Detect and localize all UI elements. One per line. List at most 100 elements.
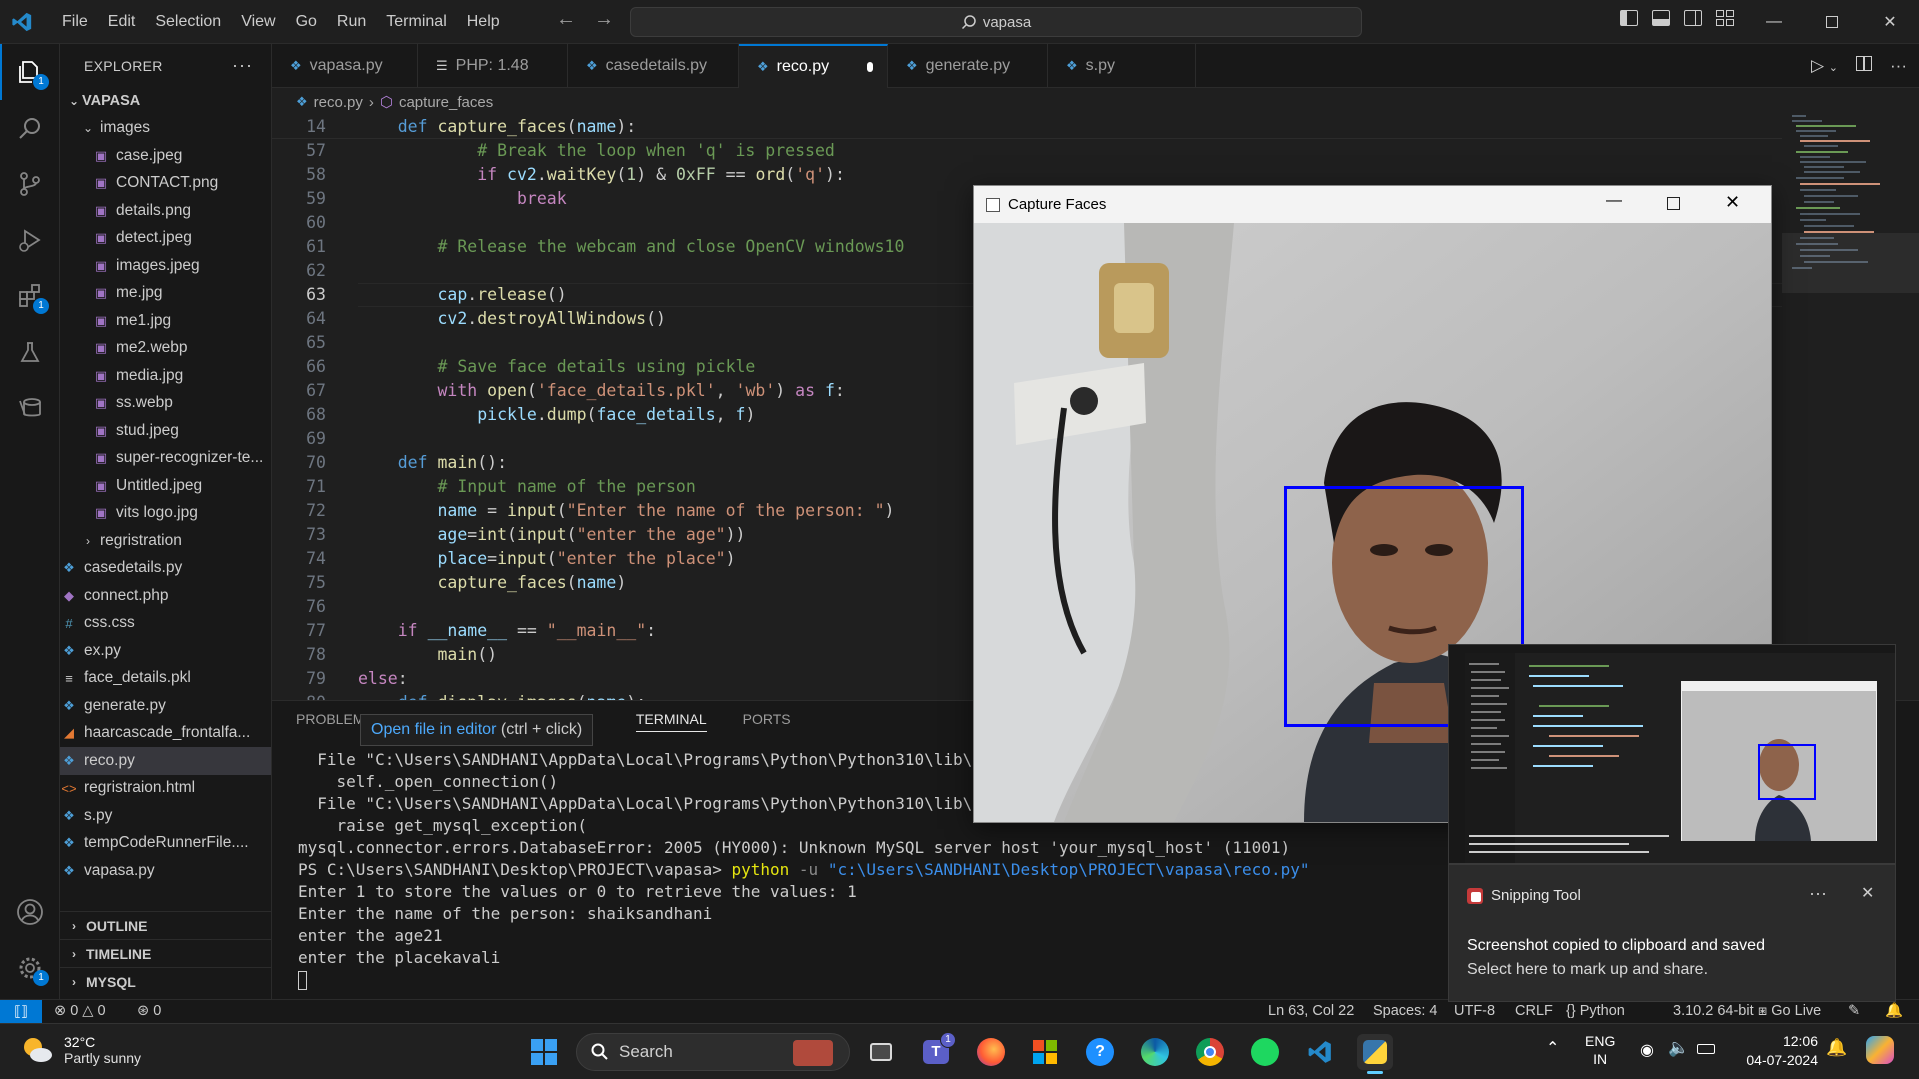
- tab-vapasa[interactable]: ❖ vapasa.py: [272, 44, 418, 88]
- file-item[interactable]: <> regristraion.html: [60, 775, 271, 803]
- folder-root[interactable]: ⌄ VAPASA: [60, 87, 271, 115]
- folder-images[interactable]: ⌄ images: [60, 115, 271, 143]
- tab-reco[interactable]: ❖ reco.py: [739, 44, 888, 88]
- wifi-icon[interactable]: ◉: [1640, 1040, 1654, 1060]
- forward-arrow-icon[interactable]: →: [594, 8, 614, 31]
- file-item[interactable]: ▣ me.jpg: [60, 280, 271, 308]
- file-item[interactable]: ◢ haarcascade_frontalfa...: [60, 720, 271, 748]
- tab-terminal[interactable]: TERMINAL: [635, 711, 707, 732]
- spotify-icon[interactable]: [1247, 1034, 1283, 1070]
- language-mode[interactable]: {} Python: [1566, 1000, 1625, 1023]
- file-item[interactable]: # css.css: [60, 610, 271, 638]
- toggle-panel-icon[interactable]: [1652, 10, 1670, 26]
- tab-generate[interactable]: ❖ generate.py: [888, 44, 1048, 88]
- remote-indicator-icon[interactable]: ⟦⟧: [0, 1000, 42, 1023]
- sticky-scroll-line[interactable]: def capture_faces(name):: [272, 115, 1782, 139]
- task-view-icon[interactable]: [863, 1034, 899, 1070]
- file-item[interactable]: ❖ tempCodeRunnerFile....: [60, 830, 271, 858]
- taskbar-search-box[interactable]: Search: [576, 1033, 850, 1071]
- file-item[interactable]: ▣ detect.jpeg: [60, 225, 271, 253]
- extensions-icon[interactable]: 1: [0, 268, 60, 324]
- end-of-line[interactable]: CRLF: [1515, 1000, 1553, 1023]
- source-control-icon[interactable]: [0, 156, 60, 212]
- section-mysql[interactable]: › MYSQL: [60, 967, 271, 995]
- file-item[interactable]: ▣ media.jpg: [60, 362, 271, 390]
- customize-layout-icon[interactable]: [1716, 10, 1734, 26]
- file-item[interactable]: ▣ me2.webp: [60, 335, 271, 363]
- capture-window-titlebar[interactable]: Capture Faces — ✕: [974, 186, 1771, 223]
- snipping-screenshot-preview[interactable]: [1448, 644, 1896, 864]
- indentation[interactable]: Spaces: 4: [1373, 1000, 1438, 1023]
- close-icon[interactable]: ✕: [1725, 192, 1740, 213]
- file-item[interactable]: ▣ vits logo.jpg: [60, 500, 271, 528]
- go-live-button[interactable]: ⧆ Go Live: [1758, 1000, 1821, 1023]
- tab-casedetails[interactable]: ❖ casedetails.py: [568, 44, 739, 88]
- toggle-primary-sidebar-icon[interactable]: [1620, 10, 1638, 26]
- link-tooltip[interactable]: Open file in editor (ctrl + click): [360, 714, 594, 746]
- file-item[interactable]: ❖ vapasa.py: [60, 857, 271, 885]
- close-icon[interactable]: ✕: [1861, 0, 1919, 44]
- clock[interactable]: 12:06 04-07-2024: [1738, 1032, 1818, 1070]
- encoding[interactable]: UTF-8: [1454, 1000, 1495, 1023]
- run-python-file-icon[interactable]: ▷ ⌄: [1811, 56, 1838, 76]
- unsaved-dot-icon[interactable]: [867, 62, 873, 72]
- file-item[interactable]: ◆ connect.php: [60, 582, 271, 610]
- file-item[interactable]: ▣ images.jpeg: [60, 252, 271, 280]
- copilot-icon[interactable]: [1866, 1036, 1894, 1064]
- file-item[interactable]: ≡ face_details.pkl: [60, 665, 271, 693]
- tooltip-link[interactable]: Open file in editor: [371, 721, 496, 738]
- search-view-icon[interactable]: [0, 100, 60, 156]
- file-item[interactable]: ▣ stud.jpeg: [60, 417, 271, 445]
- feedback-icon[interactable]: ✎: [1848, 1000, 1860, 1023]
- minimap[interactable]: [1782, 115, 1919, 700]
- file-item[interactable]: ❖ ex.py: [60, 637, 271, 665]
- volume-icon[interactable]: 🔈: [1668, 1038, 1689, 1058]
- file-item[interactable]: ▣ CONTACT.png: [60, 170, 271, 198]
- file-item[interactable]: ❖ s.py: [60, 802, 271, 830]
- language-indicator[interactable]: ENG IN: [1585, 1032, 1615, 1068]
- firefox-icon[interactable]: [973, 1034, 1009, 1070]
- menu-go[interactable]: Go: [286, 7, 327, 37]
- windows-start-icon[interactable]: [526, 1034, 562, 1070]
- command-center-search[interactable]: vapasa: [630, 7, 1362, 37]
- more-options-icon[interactable]: ···: [1809, 883, 1827, 904]
- menu-selection[interactable]: Selection: [145, 7, 231, 37]
- file-item[interactable]: ❖ reco.py: [60, 747, 271, 775]
- section-outline[interactable]: › OUTLINE: [60, 911, 271, 939]
- file-item[interactable]: ▣ Untitled.jpeg: [60, 472, 271, 500]
- file-item[interactable]: ▣ details.png: [60, 197, 271, 225]
- more-actions-icon[interactable]: ···: [1890, 56, 1907, 76]
- menu-view[interactable]: View: [231, 7, 285, 37]
- file-item[interactable]: ❖ casedetails.py: [60, 555, 271, 583]
- vscode-taskbar-icon[interactable]: [1302, 1034, 1338, 1070]
- weather-widget[interactable]: 32°C Partly sunny: [20, 1034, 141, 1066]
- edge-icon[interactable]: [1137, 1034, 1173, 1070]
- chrome-icon[interactable]: [1192, 1034, 1228, 1070]
- close-icon[interactable]: ✕: [1861, 883, 1874, 903]
- section-timeline[interactable]: › TIMELINE: [60, 939, 271, 967]
- back-arrow-icon[interactable]: ←: [556, 8, 576, 31]
- folder-registration[interactable]: › regristration: [60, 527, 271, 555]
- menu-file[interactable]: File: [52, 7, 98, 37]
- file-item[interactable]: ▣ super-recognizer-te...: [60, 445, 271, 473]
- notifications-bell-icon[interactable]: 🔔: [1885, 1000, 1903, 1023]
- menu-terminal[interactable]: Terminal: [376, 7, 456, 37]
- toggle-secondary-sidebar-icon[interactable]: [1684, 10, 1702, 26]
- menu-help[interactable]: Help: [457, 7, 510, 37]
- tab-s[interactable]: ❖ s.py: [1048, 44, 1196, 88]
- breadcrumb-symbol[interactable]: capture_faces: [399, 94, 493, 111]
- database-icon[interactable]: [0, 380, 60, 436]
- notification-bell-icon[interactable]: 🔔: [1826, 1038, 1847, 1058]
- tab-php-preview[interactable]: ☰ PHP: 1.48: [418, 44, 568, 88]
- maximize-icon[interactable]: [1667, 197, 1680, 210]
- file-item[interactable]: ▣ ss.webp: [60, 390, 271, 418]
- battery-icon[interactable]: [1697, 1044, 1715, 1054]
- more-actions-icon[interactable]: ···: [232, 55, 253, 76]
- split-editor-icon[interactable]: [1856, 56, 1873, 76]
- manage-gear-icon[interactable]: 1: [0, 940, 60, 996]
- file-item[interactable]: ❖ generate.py: [60, 692, 271, 720]
- cursor-position[interactable]: Ln 63, Col 22: [1268, 1000, 1354, 1023]
- menu-edit[interactable]: Edit: [98, 7, 146, 37]
- ports-status[interactable]: ⊛ 0: [137, 1000, 161, 1023]
- problems-status[interactable]: ⊗ 0 △ 0: [54, 1000, 106, 1023]
